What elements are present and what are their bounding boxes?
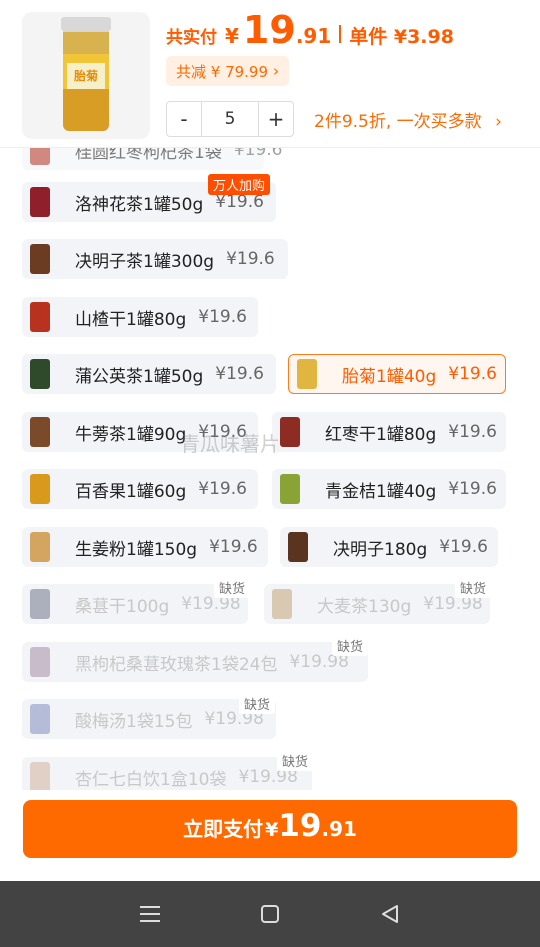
savings-tag[interactable]: 共减 ¥ 79.99 ›	[166, 56, 290, 86]
variant-name: 山楂干1罐80g	[75, 309, 187, 330]
variant-option[interactable]: 胎菊1罐40g ¥19.6	[288, 354, 506, 394]
variant-name: 杏仁七白饮1盒10袋	[75, 769, 227, 790]
quantity-stepper: - 5 +	[166, 101, 294, 137]
variant-price: ¥19.6	[215, 192, 264, 212]
variant-thumbnail	[30, 302, 50, 332]
variant-name: 洛神花茶1罐50g	[75, 194, 204, 215]
total-price-line: 共实付 ¥ 19 .91 单件 ¥3.98	[166, 8, 454, 52]
multi-buy-promo-link[interactable]: 2件9.5折, 一次买多款 ›	[314, 107, 502, 132]
out-of-stock-badge: 缺货	[277, 750, 314, 771]
chevron-right-icon: ›	[495, 112, 502, 132]
variant-thumbnail	[30, 359, 50, 389]
variant-price: ¥19.6	[439, 537, 488, 557]
pay-now-button[interactable]: 立即支付 ¥ 19 .91	[23, 800, 517, 858]
variant-price: ¥19.6	[215, 364, 264, 384]
variant-name: 生姜粉1罐150g	[75, 539, 198, 560]
pay-label: 立即支付	[183, 817, 264, 841]
variant-option: 黑枸杞桑葚玫瑰茶1袋24包 ¥19.98	[22, 642, 368, 682]
variant-name: 桂圆红枣枸杞茶1袋	[75, 148, 222, 163]
total-decimal: .91	[295, 24, 332, 48]
variant-price: ¥19.6	[198, 422, 247, 442]
unit-price: 单件 ¥3.98	[349, 26, 454, 48]
variant-name: 大麦茶130g	[317, 596, 412, 617]
variant-thumbnail	[30, 244, 50, 274]
product-thumbnail: 胎菊	[22, 12, 150, 139]
jar-label: 胎菊	[67, 62, 105, 89]
variant-name: 黑枸杞桑葚玫瑰茶1袋24包	[75, 654, 278, 675]
variant-option[interactable]: 生姜粉1罐150g ¥19.6	[22, 527, 268, 567]
variant-option[interactable]: 红枣干1罐80g ¥19.6	[272, 412, 506, 452]
variant-name: 决明子180g	[333, 539, 428, 560]
variant-option[interactable]: 决明子180g ¥19.6	[280, 527, 498, 567]
pay-currency: ¥	[265, 819, 279, 841]
savings-text: 共减 ¥ 79.99	[176, 62, 269, 81]
variant-name: 蒲公英茶1罐50g	[75, 366, 204, 387]
variant-name: 胎菊1罐40g	[342, 366, 437, 387]
variant-name: 决明子茶1罐300g	[75, 251, 215, 272]
out-of-stock-badge: 缺货	[332, 635, 369, 656]
out-of-stock-badge: 缺货	[214, 577, 251, 598]
increase-button[interactable]: +	[259, 102, 293, 136]
out-of-stock-badge: 缺货	[455, 577, 492, 598]
variant-thumbnail	[30, 647, 50, 677]
variant-price: ¥19.6	[198, 307, 247, 327]
home-square-icon[interactable]	[255, 899, 285, 929]
variant-option[interactable]: 蒲公英茶1罐50g ¥19.6	[22, 354, 276, 394]
decrease-button[interactable]: -	[167, 102, 201, 136]
variant-name: 牛蒡茶1罐90g	[75, 424, 187, 445]
variant-price: ¥19.6	[448, 422, 497, 442]
chevron-right-icon: ›	[273, 62, 280, 80]
variant-thumbnail	[30, 474, 50, 504]
variant-thumbnail	[30, 589, 50, 619]
jar-image: 胎菊	[61, 16, 111, 131]
pay-integer: 19	[278, 808, 322, 844]
variant-thumbnail	[297, 359, 317, 389]
variant-price: ¥19.6	[233, 148, 283, 160]
divider	[339, 25, 342, 43]
variant-option[interactable]: 牛蒡茶1罐90g ¥19.6	[22, 412, 258, 452]
variant-thumbnail	[30, 704, 50, 734]
variant-option[interactable]: 桂圆红枣枸杞茶1袋 ¥19.6	[22, 148, 283, 170]
variant-thumbnail	[30, 148, 50, 165]
variant-thumbnail	[30, 187, 50, 217]
variant-thumbnail	[30, 417, 50, 447]
variant-option: 杏仁七白饮1盒10袋 ¥19.98	[22, 757, 312, 790]
order-summary-header: 胎菊 共实付 ¥ 19 .91 单件 ¥3.98 共减 ¥ 79.99 › - …	[0, 0, 540, 148]
variant-thumbnail	[280, 474, 300, 504]
variant-option[interactable]: 山楂干1罐80g ¥19.6	[22, 297, 258, 337]
menu-icon[interactable]	[135, 899, 165, 929]
variant-name: 酸梅汤1袋15包	[75, 711, 193, 732]
variant-name: 红枣干1罐80g	[325, 424, 437, 445]
total-currency: ¥	[225, 24, 239, 48]
variant-thumbnail	[280, 417, 300, 447]
variant-name: 桑葚干100g	[75, 596, 170, 617]
pay-decimal: .91	[321, 817, 357, 841]
variant-thumbnail	[30, 532, 50, 562]
variant-price: ¥19.6	[198, 479, 247, 499]
variant-option-list: 桂圆红枣枸杞茶1袋 ¥19.6 洛神花茶1罐50g ¥19.6 万人加购 决明子茶1罐30…	[0, 148, 540, 790]
variant-option[interactable]: 决明子茶1罐300g ¥19.6	[22, 239, 288, 279]
system-navigation-bar	[0, 881, 540, 947]
variant-option[interactable]: 百香果1罐60g ¥19.6	[22, 469, 258, 509]
variant-option: 酸梅汤1袋15包 ¥19.98	[22, 699, 276, 739]
quantity-input[interactable]: 5	[201, 102, 259, 136]
variant-thumbnail	[272, 589, 292, 619]
variant-price: ¥19.6	[448, 479, 497, 499]
variant-name: 青金桔1罐40g	[325, 481, 437, 502]
out-of-stock-badge: 缺货	[239, 693, 276, 714]
variant-option[interactable]: 青金桔1罐40g ¥19.6	[272, 469, 506, 509]
total-integer: 19	[242, 8, 296, 52]
variant-price: ¥19.6	[226, 249, 275, 269]
back-triangle-icon[interactable]	[375, 899, 405, 929]
variant-name: 百香果1罐60g	[75, 481, 187, 502]
variant-thumbnail	[288, 532, 308, 562]
variant-thumbnail	[30, 762, 50, 790]
variant-price: ¥19.6	[209, 537, 258, 557]
total-label: 共实付	[166, 28, 217, 48]
promo-text: 2件9.5折, 一次买多款	[314, 112, 482, 132]
variant-price: ¥19.6	[448, 364, 497, 384]
popular-badge: 万人加购	[208, 174, 271, 195]
jar-lid	[61, 16, 111, 31]
